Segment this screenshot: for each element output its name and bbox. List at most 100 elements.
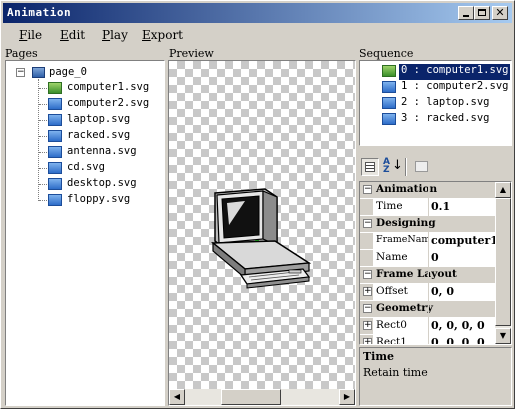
- preview-horizontal-scrollbar[interactable]: ◀ ▶: [169, 389, 355, 405]
- svg-file-icon: [382, 65, 396, 77]
- svg-file-icon: [48, 130, 62, 142]
- pages-tree[interactable]: − page_0 computer1.svg computer2.svg lapto…: [5, 60, 165, 406]
- expand-icon[interactable]: +: [363, 338, 372, 344]
- collapse-icon[interactable]: −: [363, 304, 372, 313]
- sequence-label: Sequence: [359, 47, 414, 60]
- arrow-right-icon: ▶: [343, 392, 351, 401]
- menu-export[interactable]: Export: [142, 28, 183, 42]
- tree-item[interactable]: computer2.svg: [67, 97, 149, 113]
- computer-preview-image: [210, 188, 312, 289]
- property-name: Rect1: [376, 336, 407, 345]
- property-value[interactable]: 0, 0: [431, 285, 454, 298]
- category-label: Geometry: [376, 302, 433, 314]
- tree-item[interactable]: cd.svg: [67, 161, 105, 177]
- scroll-up-button[interactable]: ▲: [495, 182, 511, 198]
- property-grid-scrollbar[interactable]: ▲ ▼: [495, 182, 511, 344]
- sequence-item[interactable]: 1 : computer2.svg: [399, 80, 510, 96]
- property-name: FrameName: [376, 234, 428, 245]
- svg-file-icon: [48, 178, 62, 190]
- animation-window: Animation ✕ File Edit Play Export Pages …: [0, 0, 515, 409]
- svg-file-icon: [48, 98, 62, 110]
- svg-file-icon: [48, 162, 62, 174]
- svg-file-icon: [382, 81, 396, 93]
- categorized-view-button[interactable]: [361, 158, 379, 176]
- sort-az-icon: AZ: [383, 157, 390, 175]
- toolbar-separator: [405, 158, 407, 176]
- svg-file-icon: [48, 194, 62, 206]
- title-bar[interactable]: Animation ✕: [3, 3, 512, 23]
- category-label: Designing: [376, 217, 436, 229]
- property-grid[interactable]: − Animation Time 0.1 − Designing FrameNa…: [359, 181, 512, 345]
- menu-edit-label: dit: [68, 28, 86, 42]
- menu-play[interactable]: Play: [102, 28, 128, 42]
- scroll-thumb[interactable]: [495, 198, 511, 326]
- tree-item[interactable]: computer1.svg: [67, 81, 149, 97]
- category-label: Frame Layout: [376, 268, 457, 280]
- expand-icon[interactable]: +: [363, 287, 372, 296]
- property-value[interactable]: 0: [431, 251, 439, 264]
- svg-file-icon: [48, 114, 62, 126]
- menu-file[interactable]: File: [19, 28, 42, 42]
- collapse-icon[interactable]: −: [363, 270, 372, 279]
- property-name: Name: [376, 251, 408, 263]
- preview-canvas[interactable]: ◀ ▶: [168, 60, 356, 406]
- tree-item[interactable]: floppy.svg: [67, 193, 130, 209]
- menu-export-label: xport: [150, 28, 183, 42]
- alphabetical-view-button[interactable]: AZ ↓: [382, 157, 403, 176]
- categorized-icon: [365, 162, 375, 172]
- pages-label: Pages: [5, 47, 38, 60]
- arrow-up-icon: ▲: [499, 185, 507, 194]
- property-value[interactable]: 0, 0, 0, 0: [431, 319, 493, 332]
- menu-edit-mnemonic: E: [60, 28, 69, 42]
- maximize-button[interactable]: [474, 6, 490, 20]
- property-name: Rect0: [376, 319, 407, 331]
- sequence-item[interactable]: 2 : laptop.svg: [399, 96, 492, 112]
- collapse-icon[interactable]: −: [363, 219, 372, 228]
- tree-item[interactable]: desktop.svg: [67, 177, 137, 193]
- close-icon: ✕: [495, 6, 505, 19]
- sort-arrow-icon: ↓: [392, 158, 403, 173]
- collapse-icon[interactable]: −: [363, 185, 372, 194]
- property-value[interactable]: computer1: [431, 234, 498, 247]
- preview-label: Preview: [169, 47, 214, 60]
- svg-file-icon: [48, 146, 62, 158]
- tree-item[interactable]: antenna.svg: [67, 145, 137, 161]
- description-title: Time: [363, 350, 395, 363]
- property-description: Time Retain time: [359, 347, 512, 406]
- minimize-icon: [463, 15, 469, 17]
- scroll-down-button[interactable]: ▼: [495, 328, 511, 344]
- svg-file-icon: [48, 82, 62, 94]
- sequence-list[interactable]: 0 : computer1.svg 1 : computer2.svg 2 : la…: [359, 60, 512, 146]
- tree-item[interactable]: racked.svg: [67, 129, 130, 145]
- property-value[interactable]: 0.1: [431, 200, 450, 213]
- svg-file-icon: [382, 97, 396, 109]
- property-name: Time: [376, 200, 403, 212]
- menu-edit[interactable]: Edit: [60, 28, 85, 42]
- window-title: Animation: [7, 6, 72, 19]
- page-icon: [32, 67, 45, 78]
- arrow-down-icon: ▼: [499, 331, 507, 340]
- property-pages-icon: [415, 161, 428, 172]
- scroll-thumb[interactable]: [221, 389, 281, 405]
- property-pages-button[interactable]: [413, 158, 431, 176]
- collapse-icon[interactable]: −: [16, 68, 25, 77]
- sequence-item[interactable]: 0 : computer1.svg: [399, 64, 511, 80]
- expand-icon[interactable]: +: [363, 321, 372, 330]
- property-value[interactable]: 0, 0, 0, 0: [431, 336, 493, 344]
- tree-item[interactable]: laptop.svg: [67, 113, 130, 129]
- sequence-item[interactable]: 3 : racked.svg: [399, 112, 492, 128]
- description-text: Retain time: [363, 366, 428, 379]
- close-button[interactable]: ✕: [492, 6, 508, 20]
- svg-file-icon: [382, 113, 396, 125]
- scroll-right-button[interactable]: ▶: [339, 389, 355, 405]
- tree-root-page[interactable]: page_0: [49, 66, 87, 82]
- maximize-icon: [478, 9, 486, 16]
- menu-play-mnemonic: P: [102, 28, 111, 42]
- scroll-left-button[interactable]: ◀: [169, 389, 185, 405]
- menu-file-label: ile: [27, 28, 43, 42]
- minimize-button[interactable]: [458, 6, 474, 20]
- menu-play-label: lay: [110, 28, 128, 42]
- menu-export-mnemonic: E: [142, 28, 151, 42]
- menu-bar: File Edit Play Export: [3, 26, 512, 44]
- arrow-left-icon: ◀: [173, 392, 181, 401]
